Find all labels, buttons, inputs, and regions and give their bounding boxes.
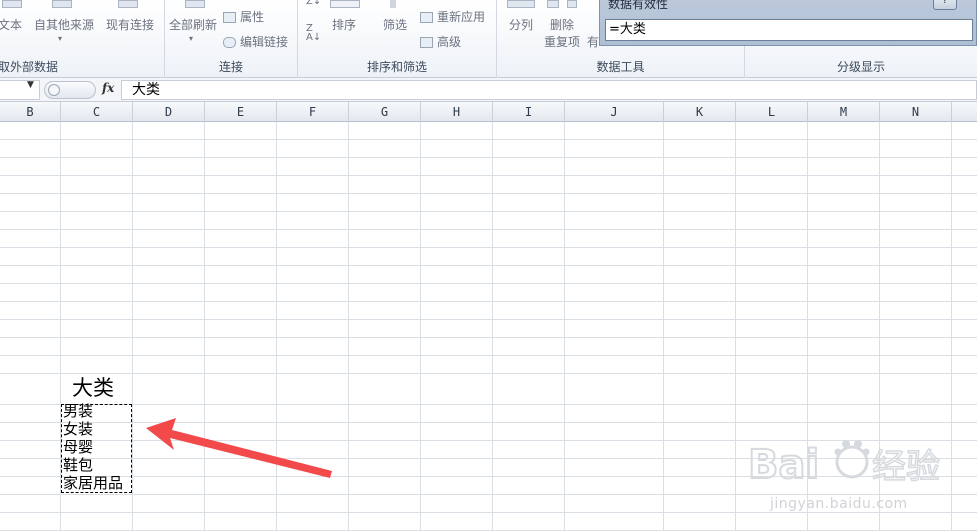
- data-validation-dialog: 数据有效性 ? =大类: [599, 0, 977, 46]
- help-icon[interactable]: ?: [933, 0, 957, 10]
- source-input[interactable]: =大类: [605, 19, 973, 41]
- annotation-arrow: [146, 418, 332, 478]
- dialog-title: 数据有效性: [608, 0, 669, 11]
- arrow-icon: [146, 418, 332, 478]
